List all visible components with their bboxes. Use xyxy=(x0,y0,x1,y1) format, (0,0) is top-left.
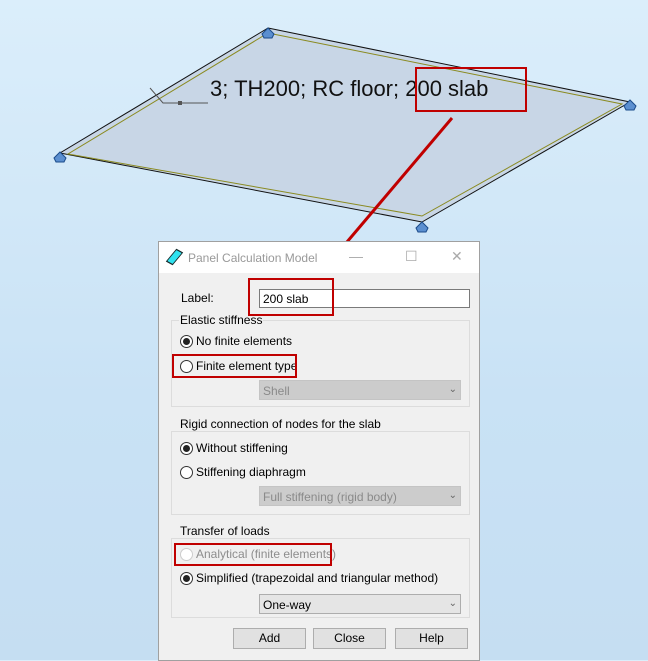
finite-element-type-select[interactable]: Shell ⌄ xyxy=(259,380,461,400)
highlight-finite-element-type xyxy=(172,354,297,378)
radio-without-stiffening[interactable]: Without stiffening xyxy=(180,441,288,455)
radio-stiffening-diaphragm[interactable]: Stiffening diaphragm xyxy=(180,465,306,479)
maximize-icon[interactable]: ☐ xyxy=(405,248,418,265)
add-button[interactable]: Add xyxy=(233,628,306,649)
minimize-icon[interactable]: — xyxy=(349,248,363,264)
chevron-down-icon: ⌄ xyxy=(448,490,457,501)
panel-icon xyxy=(165,248,184,266)
dialog-title: Panel Calculation Model xyxy=(188,251,318,265)
transfer-of-loads-title: Transfer of loads xyxy=(179,524,271,538)
chevron-down-icon: ⌄ xyxy=(448,384,457,395)
close-button[interactable]: Close xyxy=(313,628,386,649)
rigid-connection-title: Rigid connection of nodes for the slab xyxy=(179,417,382,431)
close-icon[interactable]: ✕ xyxy=(451,248,463,265)
label-caption: Label: xyxy=(181,291,214,305)
radio-no-finite-elements[interactable]: No finite elements xyxy=(180,334,292,348)
chevron-down-icon: ⌄ xyxy=(448,598,457,609)
radio-simplified[interactable]: Simplified (trapezoidal and triangular m… xyxy=(180,571,438,585)
highlight-label xyxy=(248,278,334,316)
title-bar[interactable]: Panel Calculation Model — ☐ ✕ xyxy=(159,242,479,273)
slab-panel[interactable] xyxy=(58,27,632,223)
highlight-annotation xyxy=(415,67,527,112)
load-distribution-select[interactable]: One-way ⌄ xyxy=(259,594,461,614)
help-button[interactable]: Help xyxy=(395,628,468,649)
stiffening-type-select[interactable]: Full stiffening (rigid body) ⌄ xyxy=(259,486,461,506)
highlight-analytical xyxy=(174,543,332,566)
